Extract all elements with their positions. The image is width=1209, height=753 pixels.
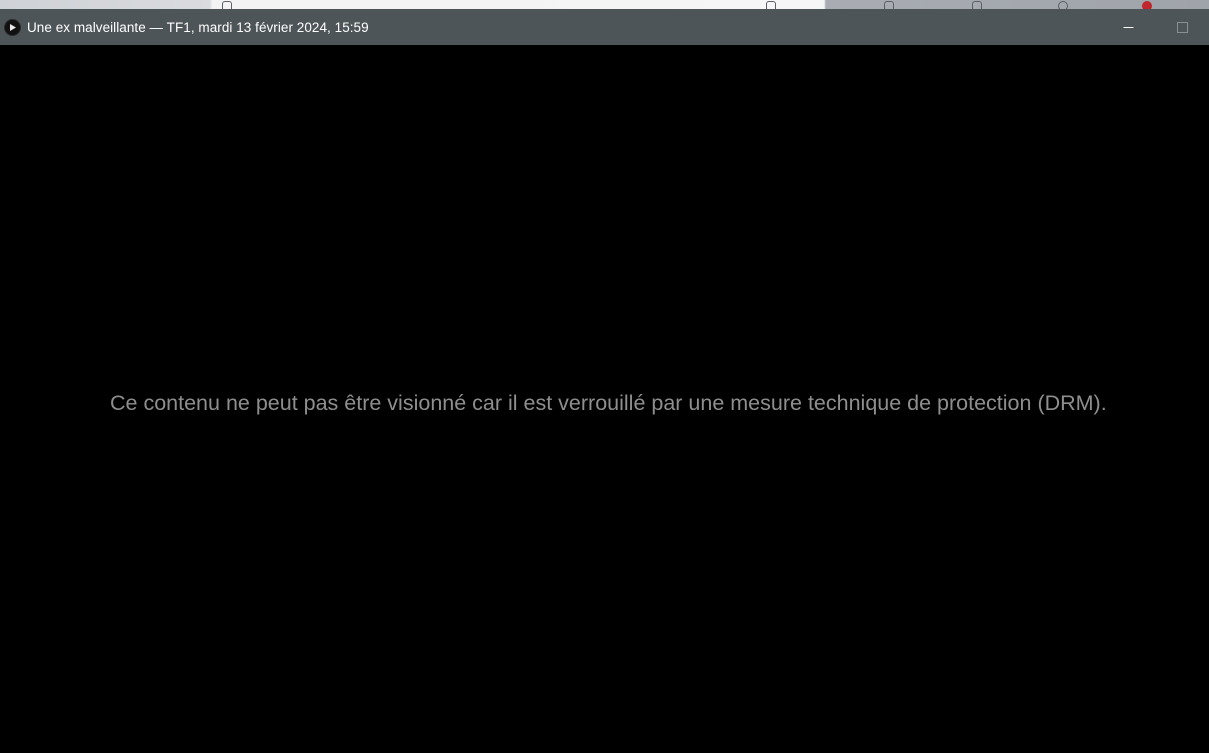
background-toolbar-icon [972,1,982,9]
play-icon [4,18,21,36]
window-title: Une ex malveillante — TF1, mardi 13 févr… [27,19,369,35]
background-toolbar-icon [884,1,894,9]
title-bar[interactable]: Une ex malveillante — TF1, mardi 13 févr… [0,9,1209,45]
window-controls [1101,9,1209,45]
drm-error-message: Ce contenu ne peut pas être visionné car… [110,391,1107,415]
background-tab-icon [766,1,776,9]
video-player-area[interactable]: Ce contenu ne peut pas être visionné car… [0,45,1209,753]
minimize-button[interactable] [1101,9,1155,45]
maximize-button[interactable] [1155,9,1209,45]
background-window-strip [0,0,1209,9]
background-notification-badge [1142,1,1152,9]
minimize-icon [1123,26,1133,28]
background-home-icon [222,1,232,9]
maximize-icon [1176,21,1188,33]
background-toolbar-icon [1058,1,1068,9]
